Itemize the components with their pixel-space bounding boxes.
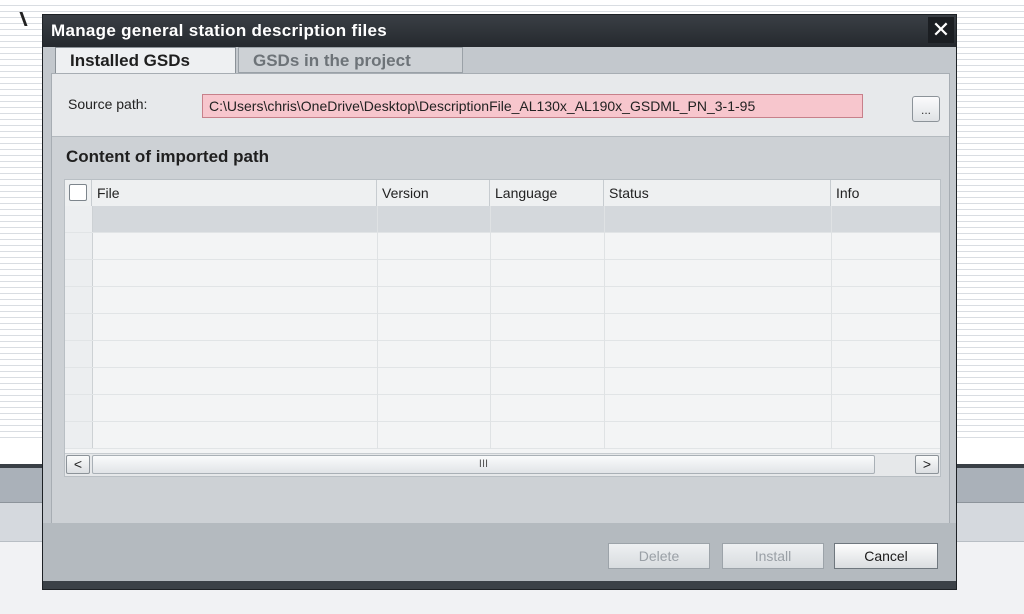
source-path-label: Source path:: [68, 96, 148, 112]
table-header: File Version Language Status Info: [65, 180, 940, 207]
table-row[interactable]: [65, 422, 940, 449]
column-header-file[interactable]: File: [92, 180, 377, 206]
table-body: [65, 206, 940, 456]
table-row[interactable]: [65, 395, 940, 422]
browse-button[interactable]: ...: [912, 96, 940, 122]
tab-gsds-in-project[interactable]: GSDs in the project: [238, 47, 463, 73]
column-header-language[interactable]: Language: [490, 180, 604, 206]
table-row[interactable]: [65, 233, 940, 260]
select-all-checkbox[interactable]: [69, 184, 87, 201]
imported-content-panel: Content of imported path File Version La…: [52, 136, 949, 525]
table-row[interactable]: [65, 368, 940, 395]
select-all-header: [65, 180, 92, 206]
row-header: [65, 206, 93, 232]
gsd-dialog: Manage general station description files…: [42, 14, 957, 590]
horizontal-scrollbar[interactable]: < III >: [65, 453, 940, 476]
gsd-table: File Version Language Status Info < III …: [64, 179, 941, 477]
row-header: [65, 287, 93, 313]
table-row[interactable]: [65, 287, 940, 314]
tab-installed-gsds[interactable]: Installed GSDs: [55, 47, 236, 73]
row-header: [65, 395, 93, 421]
table-row[interactable]: [65, 314, 940, 341]
close-icon[interactable]: ✕: [928, 17, 954, 43]
dialog-title: Manage general station description files: [51, 21, 388, 40]
column-header-version[interactable]: Version: [377, 180, 490, 206]
scrollbar-thumb[interactable]: III: [92, 455, 875, 474]
column-header-status[interactable]: Status: [604, 180, 831, 206]
row-header: [65, 422, 93, 448]
install-button[interactable]: Install: [722, 543, 824, 569]
table-row[interactable]: [65, 260, 940, 287]
column-header-info[interactable]: Info: [831, 180, 940, 206]
dialog-bottom-strip: [43, 581, 956, 589]
chevron-left-icon[interactable]: <: [66, 455, 90, 474]
row-header: [65, 341, 93, 367]
delete-button[interactable]: Delete: [608, 543, 710, 569]
source-path-field[interactable]: C:\Users\chris\OneDrive\Desktop\Descript…: [202, 94, 863, 118]
row-header: [65, 368, 93, 394]
tab-content: Source path: C:\Users\chris\OneDrive\Des…: [51, 73, 950, 525]
table-row[interactable]: [65, 206, 940, 233]
dialog-footer: Delete Install Cancel: [43, 523, 956, 581]
row-header: [65, 260, 93, 286]
table-row[interactable]: [65, 341, 940, 368]
cancel-button[interactable]: Cancel: [834, 543, 938, 569]
section-title: Content of imported path: [66, 147, 270, 166]
row-header: [65, 314, 93, 340]
chevron-right-icon[interactable]: >: [915, 455, 939, 474]
dialog-titlebar[interactable]: Manage general station description files…: [43, 15, 956, 47]
row-header: [65, 233, 93, 259]
